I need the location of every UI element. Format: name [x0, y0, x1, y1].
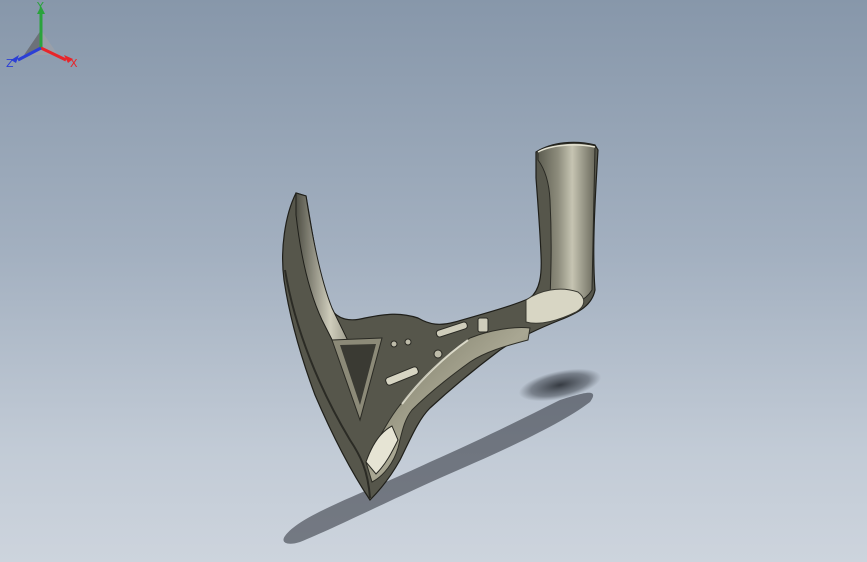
orientation-triad[interactable]: Y X Z — [0, 0, 82, 76]
bracket-part[interactable] — [282, 141, 599, 501]
x-axis-label: X — [70, 57, 78, 70]
z-axis-label: Z — [6, 57, 14, 70]
y-axis-label: Y — [36, 0, 44, 13]
model-canvas[interactable] — [0, 0, 867, 562]
graphics-viewport[interactable]: Y X Z — [0, 0, 867, 562]
